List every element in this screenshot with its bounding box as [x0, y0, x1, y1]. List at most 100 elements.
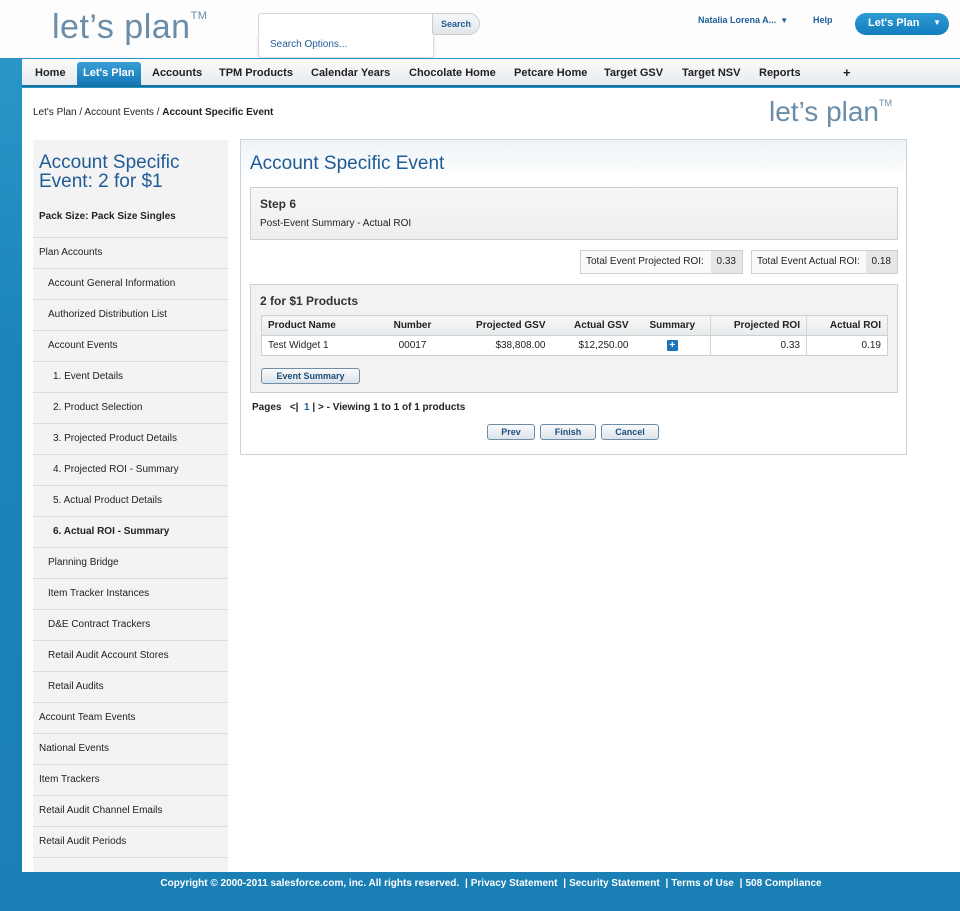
content-logo: let’s planTM: [769, 96, 892, 128]
products-title: 2 for $1 Products: [260, 294, 359, 308]
search-options-link[interactable]: Search Options...: [258, 34, 434, 58]
tab-lets-plan[interactable]: Let's Plan: [77, 62, 141, 85]
logo-tm: TM: [190, 10, 208, 22]
pager-viewing-text: - Viewing 1 to 1 of 1 products: [326, 402, 466, 413]
tab-reports[interactable]: Reports: [753, 63, 807, 83]
cell-product-name: Test Widget 1: [268, 340, 329, 351]
search-input[interactable]: [258, 13, 434, 35]
help-link[interactable]: Help: [813, 15, 833, 25]
search-button[interactable]: Search: [432, 13, 480, 35]
plus-icon[interactable]: +: [666, 340, 678, 351]
breadcrumb-separator: /: [79, 107, 83, 118]
sidebar-item-retail-audit-periods[interactable]: Retail Audit Periods: [33, 826, 228, 857]
actual-roi-value: 0.18: [865, 251, 897, 273]
tab-chocolate-home[interactable]: Chocolate Home: [403, 63, 502, 83]
sidebar-item-retail-audit-account-stores[interactable]: Retail Audit Account Stores: [33, 640, 228, 671]
tab-home[interactable]: Home: [29, 63, 72, 83]
tab-target-gsv[interactable]: Target GSV: [598, 63, 669, 83]
main-panel: Account Specific Event Step 6 Post-Event…: [240, 139, 907, 455]
tab-bar: Home Let's Plan Accounts TPM Products Ca…: [22, 59, 960, 87]
sidebar-item-plan-accounts[interactable]: Plan Accounts: [33, 237, 228, 268]
footer-separator: |: [563, 878, 567, 889]
tab-target-nsv[interactable]: Target NSV: [676, 63, 746, 83]
footer-separator: |: [739, 878, 743, 889]
pager-separator: |: [295, 402, 299, 413]
table-row: Test Widget 1 00017 $38,808.00 $12,250.0…: [262, 335, 888, 356]
next-page-link[interactable]: >: [318, 402, 324, 413]
sidebar-title: Account Specific Event: 2 for $1: [39, 152, 180, 192]
content-logo-tm: TM: [879, 98, 893, 108]
top-header: let’s planTM Search Search Options... Na…: [0, 0, 960, 60]
sidebar-item-actual-product-details[interactable]: 5. Actual Product Details: [33, 485, 228, 516]
col-product-name[interactable]: Product Name: [261, 315, 378, 336]
total-actual-roi: Total Event Actual ROI: 0.18: [751, 250, 898, 274]
sidebar-item-account-general-information[interactable]: Account General Information: [33, 268, 228, 299]
page-title: Account Specific Event: [250, 153, 445, 174]
sidebar-item-item-trackers[interactable]: Item Trackers: [33, 764, 228, 795]
cancel-button[interactable]: Cancel: [601, 424, 659, 440]
sidebar-item-item-tracker-instances[interactable]: Item Tracker Instances: [33, 578, 228, 609]
col-actual-gsv[interactable]: Actual GSV: [551, 315, 635, 336]
event-summary-button[interactable]: Event Summary: [261, 368, 360, 384]
sidebar-item-retail-audit-channel-emails[interactable]: Retail Audit Channel Emails: [33, 795, 228, 826]
sidebar-item-planning-bridge[interactable]: Planning Bridge: [33, 547, 228, 578]
products-section: 2 for $1 Products Product Name Number Pr…: [250, 284, 898, 393]
sidebar-item-projected-roi-summary[interactable]: 4. Projected ROI - Summary: [33, 454, 228, 485]
sidebar-item-national-events[interactable]: National Events: [33, 733, 228, 764]
sidebar-item-event-details[interactable]: 1. Event Details: [33, 361, 228, 392]
pager-separator: |: [312, 402, 316, 413]
lets-plan-logo[interactable]: let’s planTM: [52, 8, 207, 47]
terms-of-use-link[interactable]: Terms of Use: [671, 878, 734, 889]
tab-calendar-years[interactable]: Calendar Years: [305, 63, 396, 83]
breadcrumb-account-events[interactable]: Account Events: [84, 107, 153, 118]
508-compliance-link[interactable]: 508 Compliance: [745, 878, 821, 889]
sidebar-item-projected-product-details[interactable]: 3. Projected Product Details: [33, 423, 228, 454]
tab-tpm-products[interactable]: TPM Products: [213, 63, 299, 83]
col-actual-roi[interactable]: Actual ROI: [806, 315, 888, 336]
breadcrumb-lets-plan[interactable]: Let's Plan: [33, 107, 77, 118]
sidebar-item-authorized-distribution-list[interactable]: Authorized Distribution List: [33, 299, 228, 330]
step-box: Step 6 Post-Event Summary - Actual ROI: [250, 187, 898, 240]
breadcrumb-current: Account Specific Event: [162, 107, 274, 118]
app-switcher-button[interactable]: Let's Plan ▼: [855, 13, 949, 35]
breadcrumb-separator: /: [156, 107, 160, 118]
sidebar-item-retail-audits[interactable]: Retail Audits: [33, 671, 228, 702]
sidebar-item-actual-roi-summary[interactable]: 6. Actual ROI - Summary: [33, 516, 228, 547]
projected-roi-value: 0.33: [710, 251, 742, 273]
privacy-statement-link[interactable]: Privacy Statement: [471, 878, 558, 889]
step-title: Step 6: [260, 197, 297, 211]
tab-petcare-home[interactable]: Petcare Home: [508, 63, 593, 83]
page-link-1[interactable]: 1: [304, 402, 310, 413]
footer: Copyright © 2000-2011 salesforce.com, in…: [22, 878, 960, 889]
sidebar-item-account-events[interactable]: Account Events: [33, 330, 228, 361]
table-header-row: Product Name Number Projected GSV Actual…: [261, 315, 888, 336]
actual-roi-label: Total Event Actual ROI:: [757, 256, 860, 267]
cell-actual-roi: 0.19: [806, 335, 888, 356]
cell-summary: +: [635, 336, 711, 356]
sidebar-item-product-selection[interactable]: 2. Product Selection: [33, 392, 228, 423]
finish-button[interactable]: Finish: [540, 424, 596, 440]
col-projected-gsv[interactable]: Projected GSV: [447, 315, 552, 336]
sidebar: Account Specific Event: 2 for $1 Pack Si…: [33, 140, 228, 872]
sidebar-item-de-contract-trackers[interactable]: D&E Contract Trackers: [33, 609, 228, 640]
prev-button[interactable]: Prev: [487, 424, 535, 440]
sidebar-item-account-team-events[interactable]: Account Team Events: [33, 702, 228, 733]
user-menu[interactable]: Natalia Lorena A... ▼: [698, 15, 788, 25]
tab-accounts[interactable]: Accounts: [146, 63, 208, 83]
pages-label: Pages: [252, 402, 282, 413]
cell-projected-roi: 0.33: [710, 335, 807, 356]
chevron-down-icon: ▼: [780, 16, 789, 25]
footer-separator: |: [464, 878, 468, 889]
projected-roi-label: Total Event Projected ROI:: [586, 256, 704, 267]
breadcrumb: Let's Plan / Account Events / Account Sp…: [33, 107, 273, 118]
copyright-text: Copyright © 2000-2011 salesforce.com, in…: [160, 878, 460, 889]
total-projected-roi: Total Event Projected ROI: 0.33: [580, 250, 743, 274]
col-number[interactable]: Number: [377, 315, 448, 336]
add-tab-icon[interactable]: +: [843, 63, 851, 83]
products-table: Product Name Number Projected GSV Actual…: [261, 315, 888, 356]
col-summary[interactable]: Summary: [634, 315, 711, 336]
pager: Pages <| 1 | > - Viewing 1 to 1 of 1 pro…: [252, 402, 465, 413]
step-subtitle: Post-Event Summary - Actual ROI: [260, 218, 412, 229]
col-projected-roi[interactable]: Projected ROI: [710, 315, 807, 336]
security-statement-link[interactable]: Security Statement: [569, 878, 660, 889]
